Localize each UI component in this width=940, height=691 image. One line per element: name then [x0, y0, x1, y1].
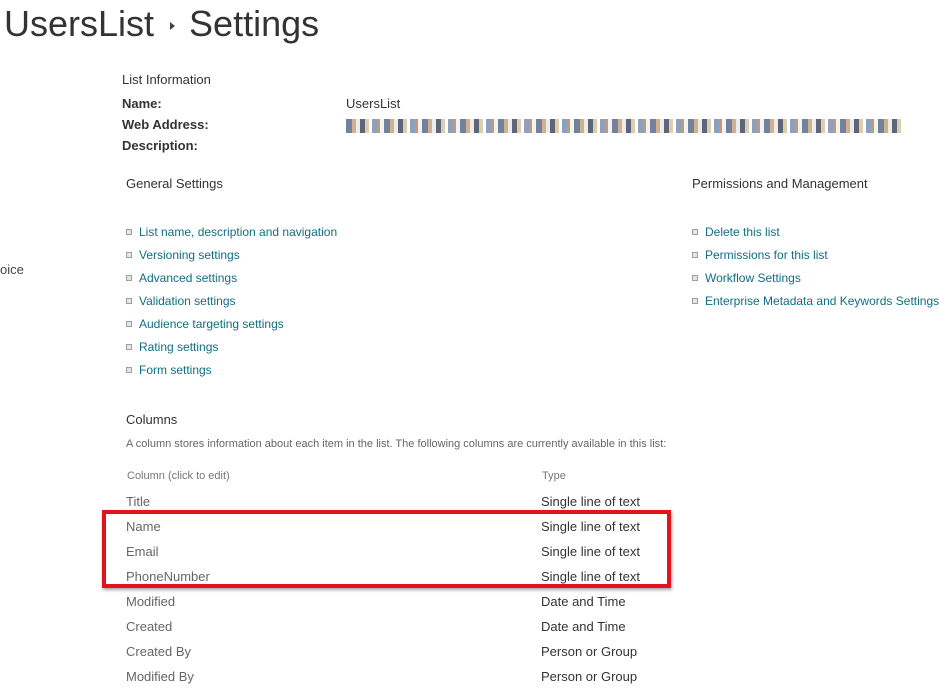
link-versioning-settings[interactable]: Versioning settings: [126, 244, 337, 267]
table-row: Created By Person or Group: [0, 639, 940, 664]
column-type: Date and Time: [541, 594, 626, 609]
link-enterprise-metadata-keywords[interactable]: Enterprise Metadata and Keywords Setting…: [692, 290, 939, 313]
list-settings-page: UsersList Settings oice List Information …: [0, 0, 940, 691]
column-header: Column (click to edit): [127, 470, 230, 482]
column-type: Person or Group: [541, 669, 638, 684]
web-address-redacted: [346, 119, 902, 133]
bullet-icon: [692, 228, 698, 235]
breadcrumb-current: Settings: [189, 3, 320, 44]
bullet-icon: [126, 274, 132, 281]
link-form-settings[interactable]: Form settings: [126, 359, 337, 382]
highlight-annotation-box: [102, 510, 671, 588]
name-value: UsersList: [346, 96, 401, 111]
list-information-heading: List Information: [122, 72, 211, 87]
link-audience-targeting-settings[interactable]: Audience targeting settings: [126, 313, 337, 336]
name-label: Name:: [122, 96, 162, 111]
column-type: Person or Group: [541, 644, 638, 659]
bullet-icon: [126, 228, 132, 235]
bullet-icon: [126, 297, 132, 304]
general-settings-heading: General Settings: [126, 176, 223, 191]
link-validation-settings[interactable]: Validation settings: [126, 290, 337, 313]
link-workflow-settings[interactable]: Workflow Settings: [692, 267, 939, 290]
columns-description: A column stores information about each i…: [126, 438, 667, 450]
bullet-icon: [126, 251, 132, 258]
bullet-icon: [126, 343, 132, 350]
link-permissions-for-this-list[interactable]: Permissions for this list: [692, 244, 939, 267]
link-rating-settings[interactable]: Rating settings: [126, 336, 337, 359]
table-row: Created Date and Time: [0, 614, 940, 639]
breadcrumb-list-link[interactable]: UsersList: [4, 3, 154, 44]
left-nav-fragment[interactable]: oice: [0, 262, 24, 277]
table-row: Modified By Person or Group: [0, 664, 940, 689]
breadcrumb-arrow-icon: [170, 22, 176, 31]
web-address-label: Web Address:: [122, 117, 209, 132]
general-settings-links: List name, description and navigation Ve…: [126, 221, 337, 382]
link-list-name-description-navigation[interactable]: List name, description and navigation: [126, 221, 337, 244]
page-title: UsersList Settings: [4, 2, 319, 46]
link-advanced-settings[interactable]: Advanced settings: [126, 267, 337, 290]
column-name-link[interactable]: Modified: [126, 589, 175, 614]
column-name-link[interactable]: Created By: [126, 639, 191, 664]
bullet-icon: [692, 251, 698, 258]
permissions-links: Delete this list Permissions for this li…: [692, 221, 939, 313]
bullet-icon: [126, 320, 132, 327]
description-label: Description:: [122, 138, 198, 153]
column-name-link[interactable]: Created: [126, 614, 172, 639]
columns-heading: Columns: [126, 412, 178, 427]
bullet-icon: [126, 366, 132, 373]
bullet-icon: [692, 274, 698, 281]
column-type: Date and Time: [541, 619, 626, 634]
bullet-icon: [692, 297, 698, 304]
type-header: Type: [542, 470, 566, 482]
link-delete-this-list[interactable]: Delete this list: [692, 221, 939, 244]
table-row: Modified Date and Time: [0, 589, 940, 614]
column-name-link[interactable]: Modified By: [126, 664, 194, 689]
permissions-heading: Permissions and Management: [692, 176, 868, 191]
